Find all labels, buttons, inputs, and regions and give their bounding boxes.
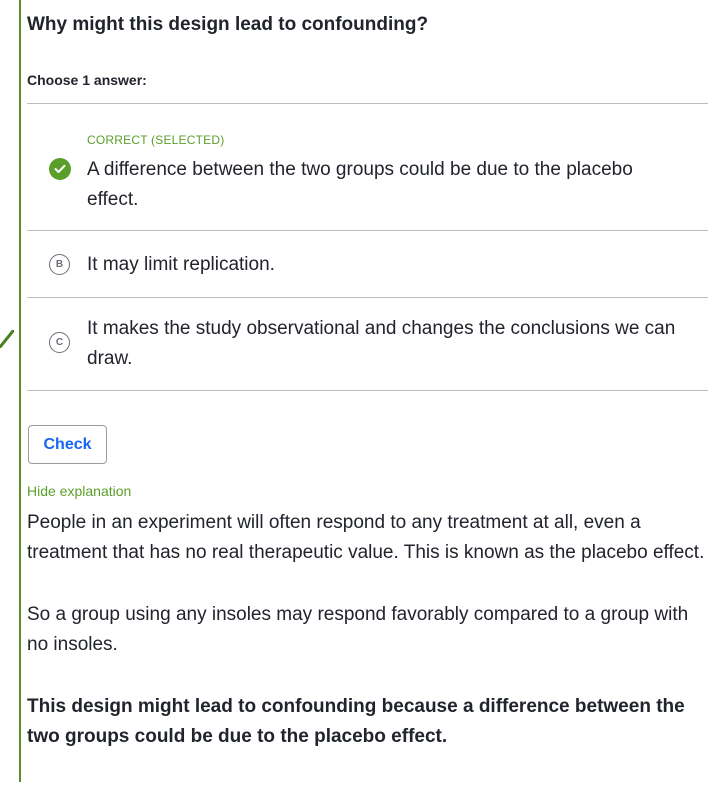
exercise-page: Why might this design lead to confoundin…	[0, 0, 726, 806]
check-button[interactable]: Check	[28, 425, 107, 464]
margin-checkmark-icon	[0, 330, 14, 348]
choice-a-text: A difference between the two groups coul…	[87, 159, 633, 210]
choose-prompt: Choose 1 answer:	[27, 72, 147, 88]
choice-a[interactable]: CORRECT (SELECTED) A difference between …	[27, 103, 708, 230]
explanation-conclusion: This design might lead to confounding be…	[27, 696, 685, 747]
explanation-paragraph: People in an experiment will often respo…	[27, 512, 705, 563]
choice-c-text: It makes the study observational and cha…	[87, 318, 676, 369]
choice-status-label: CORRECT (SELECTED)	[87, 133, 225, 147]
explanation: People in an experiment will often respo…	[27, 508, 708, 784]
hide-explanation-link[interactable]: Hide explanation	[27, 483, 131, 499]
choice-c-letter-bubble: C	[49, 332, 70, 353]
choice-c[interactable]: C It makes the study observational and c…	[27, 297, 708, 391]
choice-b-text: It may limit replication.	[87, 254, 275, 275]
answer-margin-rule	[19, 0, 21, 782]
question-text: Why might this design lead to confoundin…	[27, 14, 429, 35]
correct-checkmark-icon	[49, 158, 71, 180]
explanation-paragraph: So a group using any insoles may respond…	[27, 604, 689, 655]
choice-b-letter-bubble: B	[49, 254, 70, 275]
choice-list: CORRECT (SELECTED) A difference between …	[27, 103, 708, 391]
choice-b[interactable]: B It may limit replication.	[27, 230, 708, 297]
